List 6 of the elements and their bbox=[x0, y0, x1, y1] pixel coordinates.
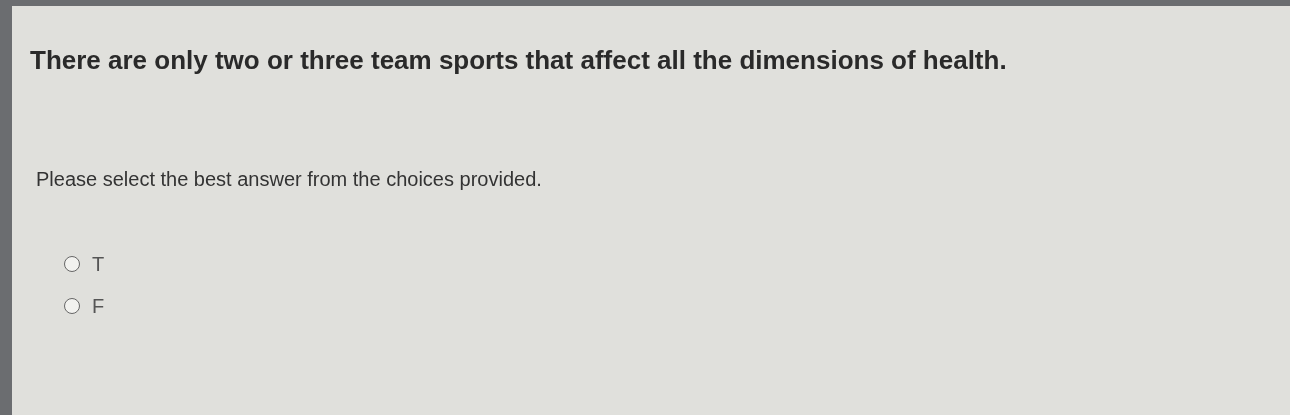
question-text: There are only two or three team sports that affect all the dimensions of health. bbox=[30, 44, 1008, 77]
radio-button[interactable] bbox=[64, 297, 80, 314]
answer-option[interactable]: F bbox=[64, 295, 1290, 316]
radio-button[interactable] bbox=[64, 255, 80, 272]
answer-option[interactable]: T bbox=[64, 253, 1290, 274]
instruction-text: Please select the best answer from the choices provided. bbox=[36, 166, 543, 192]
